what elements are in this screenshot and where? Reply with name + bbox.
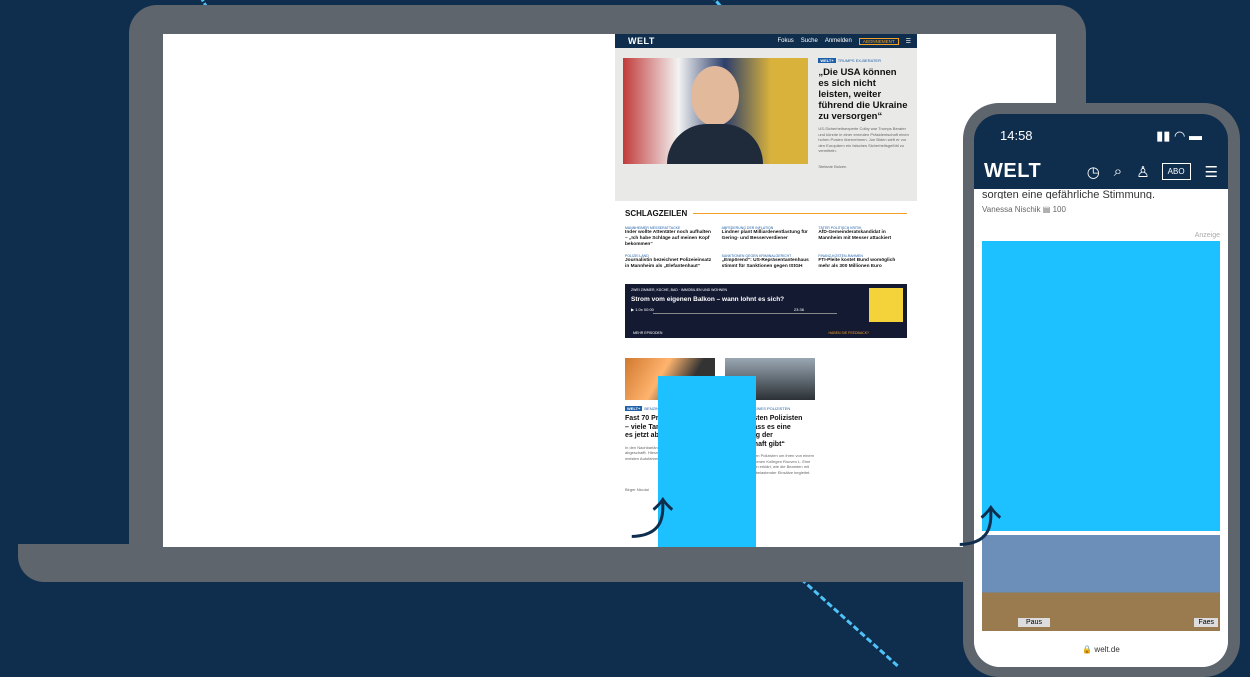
portrait-face [691, 66, 739, 126]
comment-icon[interactable]: ▤ [1043, 205, 1051, 214]
ad-label: Anzeige [1194, 232, 1220, 239]
section-divider [693, 213, 907, 214]
hero-headline[interactable]: „Die USA können es sich nicht leisten, w… [818, 67, 909, 122]
ad-slot-phone[interactable] [982, 241, 1220, 531]
abo-button[interactable]: ABONNEMENT [858, 37, 899, 45]
hero-author: Stefanie Bolzen [818, 163, 847, 169]
progress-bar[interactable] [653, 313, 837, 314]
hero-image[interactable] [623, 58, 809, 164]
welt-plus-badge: WELT+ [818, 58, 836, 63]
headline-text[interactable]: Journalistin bezeichnet Polizeieinsatz i… [625, 258, 714, 270]
signal-wifi-battery-icon: ▮▮ ◠ ▬ [1156, 128, 1202, 143]
name-plate: Paus [1018, 618, 1050, 627]
name-plate: Faes [1194, 618, 1218, 627]
menu-icon[interactable]: ☰ [906, 38, 911, 45]
headline-text[interactable]: „Empörend“: US-Repräsentantenhaus stimmt… [722, 258, 811, 270]
schlagzeilen-section: SCHLAGZEILEN MANNHEIMER MESSERATTACKE Ind… [615, 201, 917, 278]
headline-text[interactable]: FTI-Pleite kostet Bund womöglich mehr al… [818, 258, 907, 270]
welt-logo[interactable]: WELT [628, 36, 655, 46]
press-photo[interactable]: Paus Faes [982, 535, 1220, 631]
podcast-kicker: ZWEI ZIMMER, KÜCHE, BAD · IMMOBILIEN UND… [631, 288, 728, 292]
welt-plus-badge: WELT+ [625, 406, 643, 411]
clock-icon[interactable]: ◷ [1087, 163, 1100, 181]
article-text-fragment: sorgten eine gefährliche Stimmung. [982, 189, 1156, 199]
hero-kicker-text: TRUMPS EX-BERATER [837, 58, 881, 63]
menu-icon[interactable]: ☰ [1205, 163, 1218, 181]
dashed-line [800, 577, 899, 667]
podcast-cover [869, 288, 903, 322]
headline-item[interactable]: TÄTER POLITISCH KRITIK AfD-Gemeinderatska… [818, 226, 907, 248]
search-icon[interactable]: ⌕ [1114, 163, 1122, 180]
author-name: Vanessa Nischik [982, 205, 1041, 214]
podcast-player: ZWEI ZIMMER, KÜCHE, BAD · IMMOBILIEN UND… [625, 284, 907, 338]
headline-text[interactable]: Inder wollte Attentäter noch aufhalten –… [625, 230, 714, 248]
hero-kicker: WELT+ TRUMPS EX-BERATER [818, 58, 909, 63]
phone-header: WELT ◷ ⌕ ♙ ABO ☰ [974, 158, 1228, 185]
url-text: welt.de [1094, 645, 1120, 654]
address-bar[interactable]: 🔒 welt.de [974, 639, 1228, 667]
headline-grid: MANNHEIMER MESSERATTACKE Inder wollte Att… [625, 226, 907, 270]
lock-icon: 🔒 [1082, 645, 1093, 654]
headline-item[interactable]: FINANZ-KOSTEN-RAHMEN FTI-Pleite kostet Bu… [818, 254, 907, 270]
arrow-icon: ⤴ [958, 503, 1002, 552]
nav-fokus[interactable]: Fokus [777, 38, 793, 44]
section-title: SCHLAGZEILEN [625, 209, 907, 218]
headline-item[interactable]: MANNHEIMER MESSERATTACKE Inder wollte Att… [625, 226, 714, 248]
hero-article[interactable]: WELT+ TRUMPS EX-BERATER „Die USA können e… [615, 48, 917, 201]
headline-text[interactable]: AfD-Gemeinderatskandidat in Mannheim mit… [818, 230, 907, 242]
more-episodes-link[interactable]: MEHR EPISODEN [633, 331, 662, 335]
abo-button[interactable]: ABO [1161, 163, 1191, 180]
phone-content: sorgten eine gefährliche Stimmung. Vanes… [974, 189, 1228, 667]
time-start: 00:00 [643, 307, 654, 312]
hero-text: WELT+ TRUMPS EX-BERATER „Die USA können e… [808, 58, 909, 201]
laptop-screen: WELT Fokus Suche Anmelden ABONNEMENT ☰ W… [163, 34, 1056, 547]
user-icon[interactable]: ♙ [1136, 163, 1149, 181]
headline-item[interactable]: POLIZEI LAND Journalistin bezeichnet Poli… [625, 254, 714, 270]
portrait-suit [667, 124, 763, 164]
headline-item[interactable]: SANKTIONEN GEGEN KRIMINALGERICHT „Empören… [722, 254, 811, 270]
author-line: Vanessa Nischik ▤ 100 [974, 199, 1228, 220]
nav-suche[interactable]: Suche [801, 38, 818, 44]
feedback-link[interactable]: HABEN SIE FEEDBACK? [829, 331, 869, 335]
site-header: WELT Fokus Suche Anmelden ABONNEMENT ☰ [615, 34, 917, 48]
podcast-title[interactable]: Strom vom eigenen Balkon – wann lohnt es… [631, 296, 901, 303]
laptop-base [18, 544, 1068, 582]
speed-button[interactable]: 1.0x [635, 307, 643, 312]
headline-item[interactable]: ABFEDERUNG DER INFLATION Lindner plant Mi… [722, 226, 811, 248]
clock: 14:58 [1000, 128, 1033, 143]
hero-teaser: US-Sicherheitsexperte Colby war Trumps B… [818, 126, 909, 153]
play-icon[interactable]: ▶ [631, 307, 634, 312]
status-bar: 14:58 ▮▮ ◠ ▬ [974, 114, 1228, 158]
comment-count: 100 [1052, 205, 1066, 214]
time-end: 23:36 [793, 307, 804, 312]
section-title-text: SCHLAGZEILEN [625, 209, 688, 218]
phone-screen: 14:58 ▮▮ ◠ ▬ WELT ◷ ⌕ ♙ ABO ☰ sorgten ein… [974, 114, 1228, 667]
arrow-icon: ⤴ [630, 495, 674, 544]
nav-anmelden[interactable]: Anmelden [825, 38, 852, 44]
welt-logo[interactable]: WELT [984, 160, 1041, 183]
headline-text[interactable]: Lindner plant Milliardenentlastung für G… [722, 230, 811, 242]
